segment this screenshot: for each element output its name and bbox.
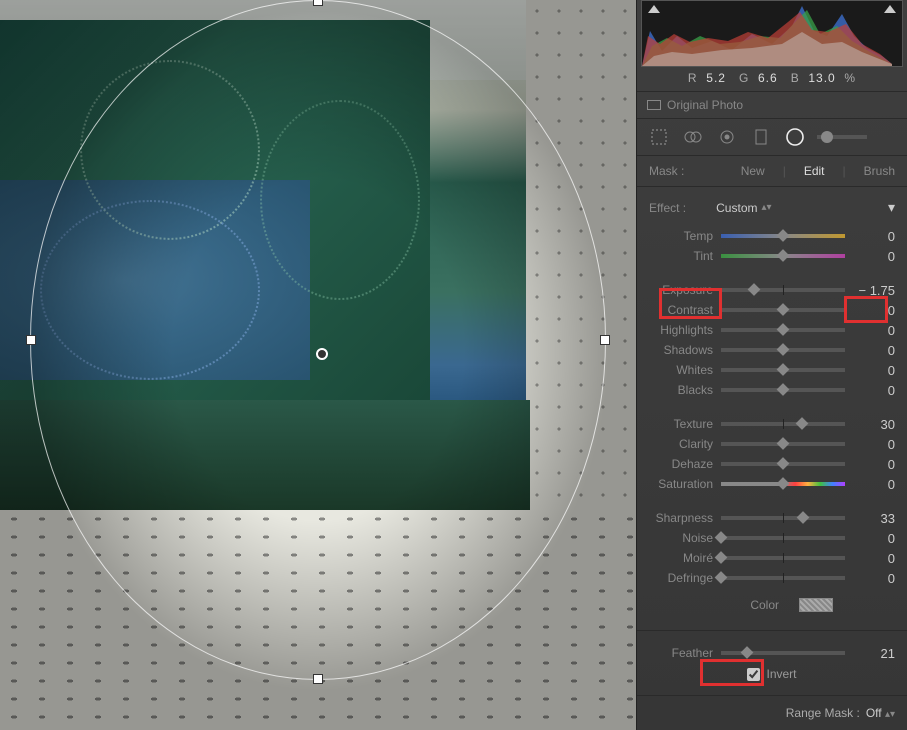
redeye-tool-icon[interactable] bbox=[715, 125, 739, 149]
radial-filter-icon[interactable] bbox=[783, 125, 807, 149]
texture-slider[interactable]: Texture 30 bbox=[649, 414, 895, 434]
moire-slider[interactable]: Moiré 0 bbox=[649, 548, 895, 568]
mask-brush[interactable]: Brush bbox=[864, 164, 895, 178]
mask-new[interactable]: New bbox=[741, 164, 765, 178]
range-mask-label: Range Mask : bbox=[786, 706, 860, 720]
invert-label[interactable]: Invert bbox=[766, 667, 796, 681]
mask-edit[interactable]: Edit bbox=[804, 164, 825, 178]
highlights-slider[interactable]: Highlights 0 bbox=[649, 320, 895, 340]
color-swatch[interactable] bbox=[799, 598, 833, 612]
invert-checkbox[interactable] bbox=[747, 668, 760, 681]
before-after-icon bbox=[647, 100, 661, 110]
range-mask-dropdown[interactable]: Off ▴▾ bbox=[866, 706, 895, 720]
clarity-slider[interactable]: Clarity 0 bbox=[649, 434, 895, 454]
whites-slider[interactable]: Whites 0 bbox=[649, 360, 895, 380]
defringe-slider[interactable]: Defringe 0 bbox=[649, 568, 895, 588]
saturation-slider[interactable]: Saturation 0 bbox=[649, 474, 895, 494]
effect-label: Effect : bbox=[649, 201, 686, 215]
photo-content bbox=[0, 0, 636, 730]
graduated-filter-icon[interactable] bbox=[749, 125, 773, 149]
mask-label: Mask : bbox=[649, 164, 723, 178]
histogram[interactable] bbox=[641, 0, 903, 67]
exposure-slider[interactable]: Exposure − 1.75 bbox=[649, 280, 895, 300]
develop-panel: R 5.2 G 6.6 B 13.0 % Original Photo Mask… bbox=[636, 0, 907, 730]
histogram-readout: R 5.2 G 6.6 B 13.0 % bbox=[637, 67, 907, 91]
contrast-slider[interactable]: Contrast 0 bbox=[649, 300, 895, 320]
tool-strip bbox=[637, 119, 907, 156]
temp-slider[interactable]: Temp 0 bbox=[649, 226, 895, 246]
brush-size-slider[interactable] bbox=[817, 135, 897, 139]
tint-slider[interactable]: Tint 0 bbox=[649, 246, 895, 266]
original-photo-toggle[interactable]: Original Photo bbox=[637, 91, 907, 119]
sharpness-slider[interactable]: Sharpness 33 bbox=[649, 508, 895, 528]
spot-removal-icon[interactable] bbox=[681, 125, 705, 149]
feather-slider[interactable]: Feather 21 bbox=[649, 643, 895, 663]
color-label: Color bbox=[649, 598, 779, 612]
noise-slider[interactable]: Noise 0 bbox=[649, 528, 895, 548]
panel-collapse-icon[interactable]: ▾ bbox=[888, 199, 895, 216]
photo-canvas[interactable] bbox=[0, 0, 636, 730]
dehaze-slider[interactable]: Dehaze 0 bbox=[649, 454, 895, 474]
shadows-slider[interactable]: Shadows 0 bbox=[649, 340, 895, 360]
effect-dropdown[interactable]: Custom▴▾ bbox=[716, 201, 771, 215]
radial-center-pin[interactable] bbox=[316, 348, 328, 360]
blacks-slider[interactable]: Blacks 0 bbox=[649, 380, 895, 400]
crop-tool-icon[interactable] bbox=[647, 125, 671, 149]
